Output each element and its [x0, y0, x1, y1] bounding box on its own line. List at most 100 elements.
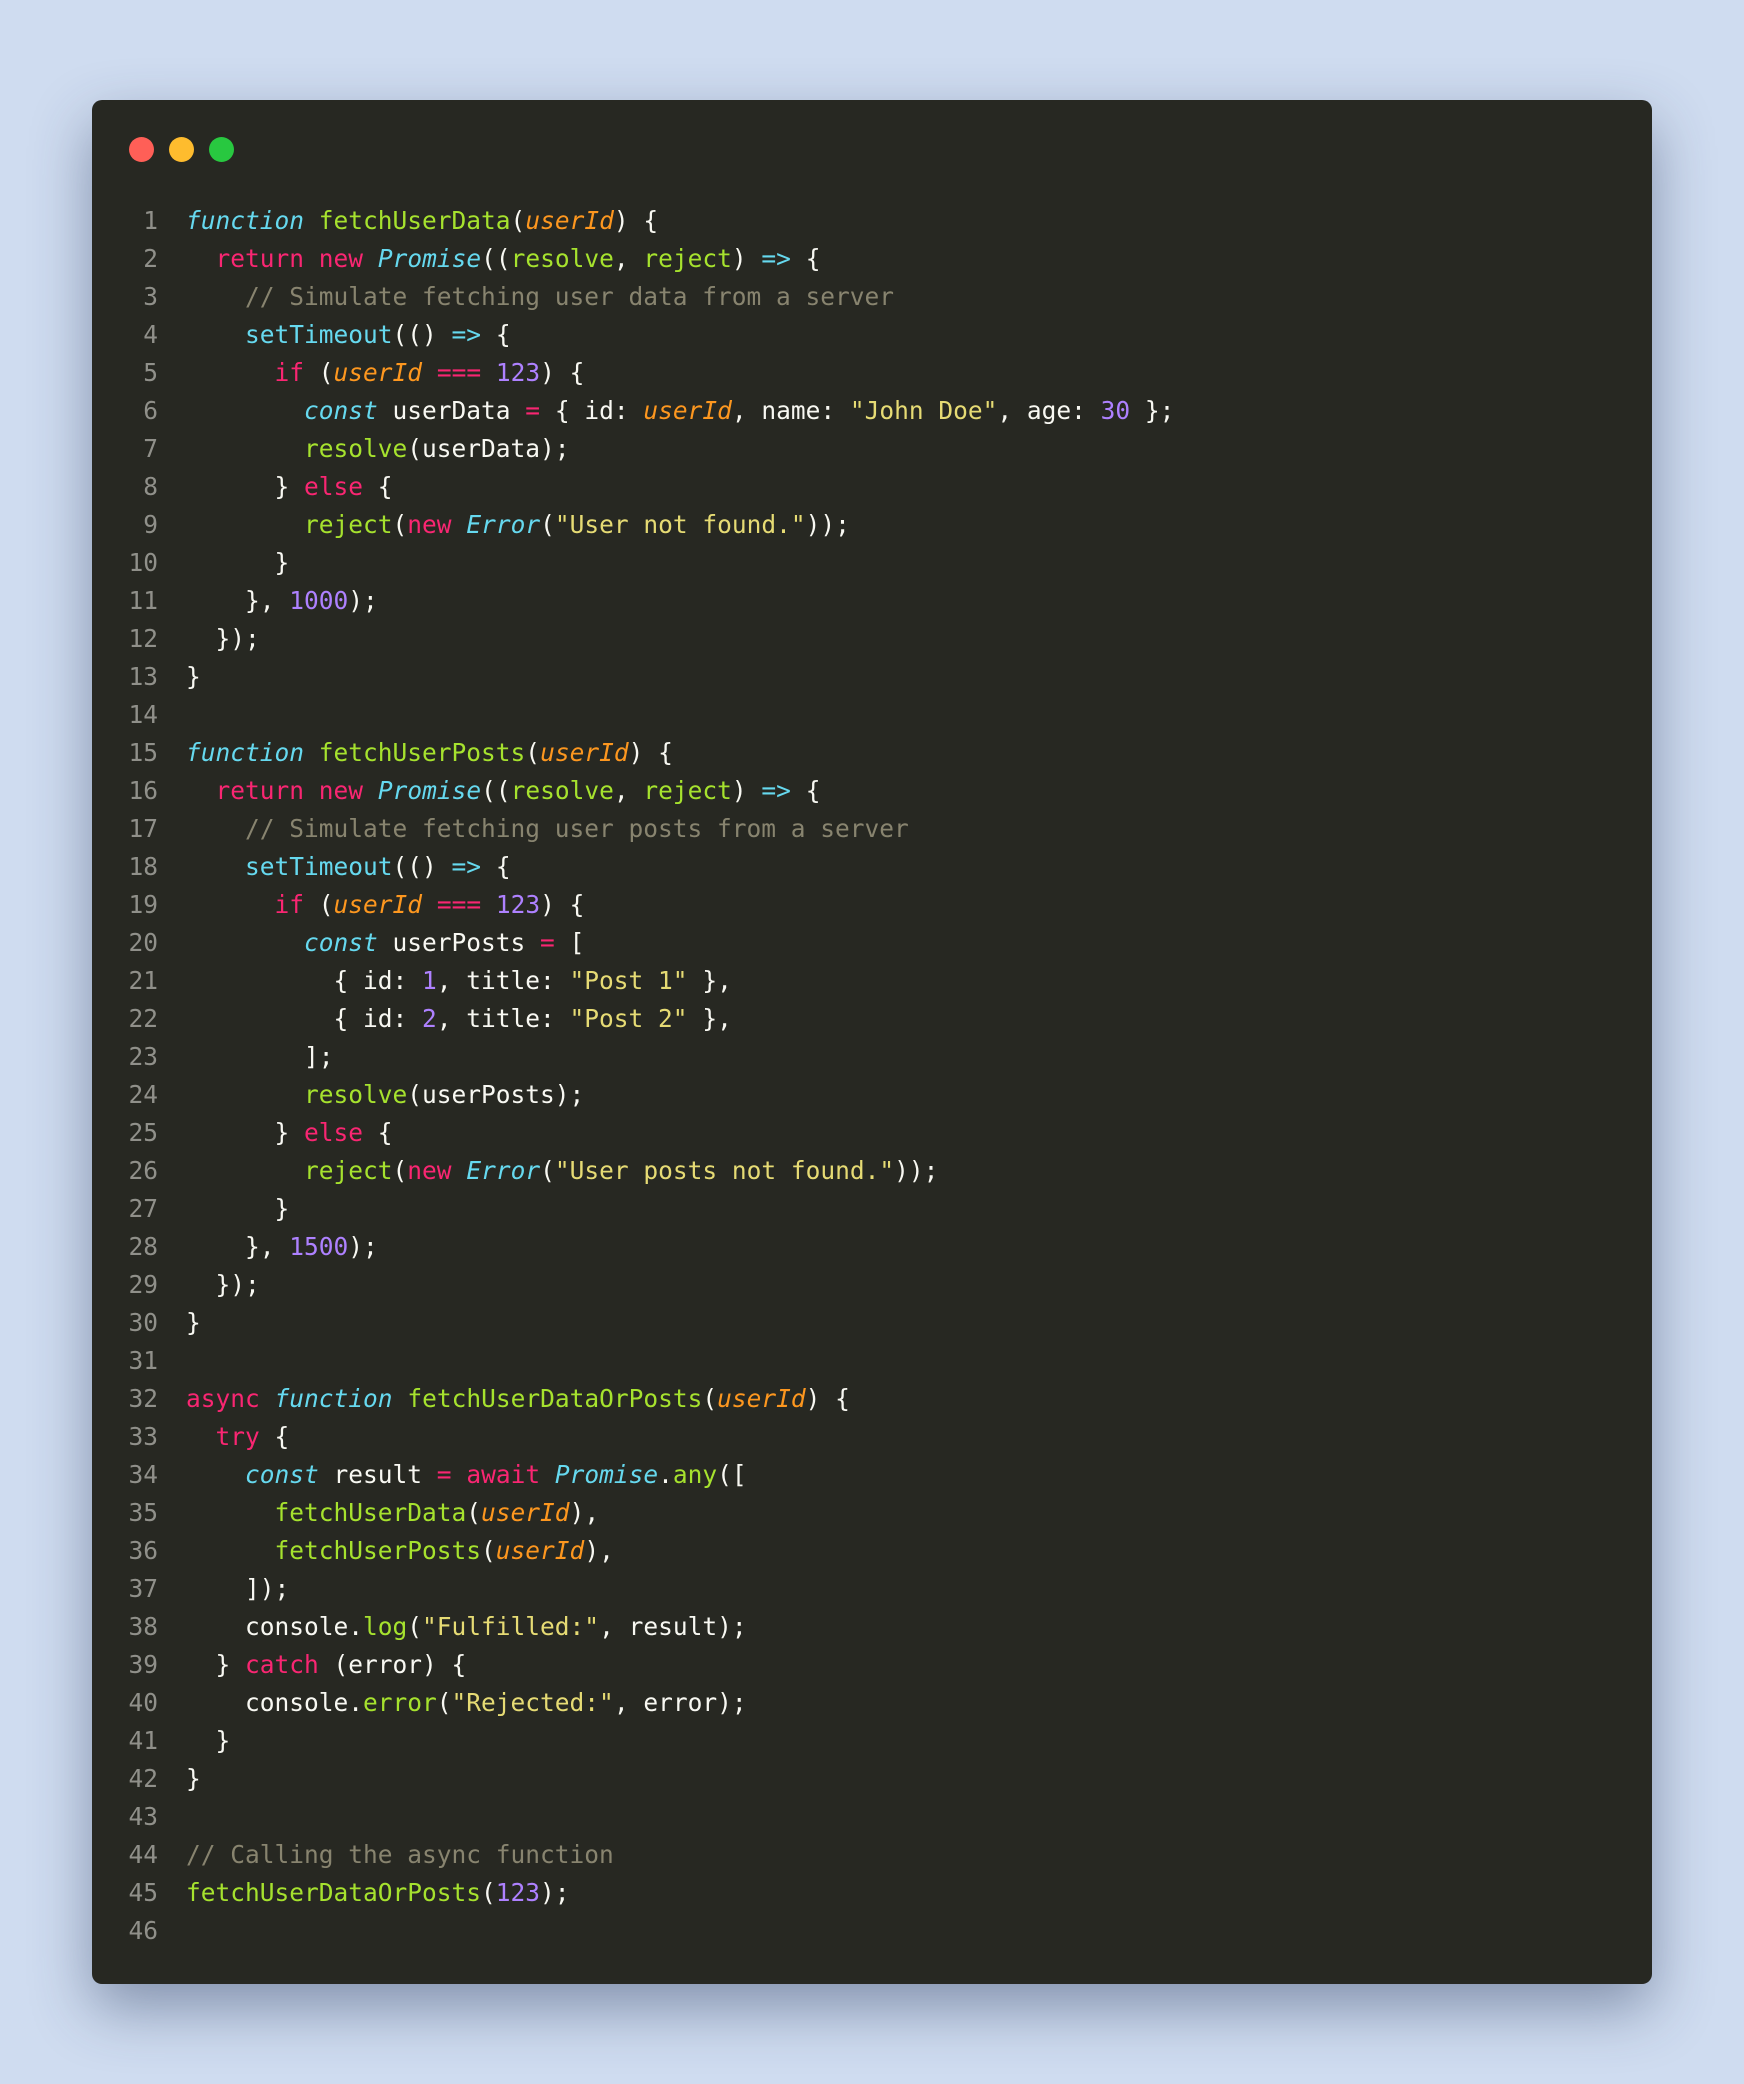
code-token: const [304, 396, 378, 425]
minimize-button[interactable] [169, 137, 194, 162]
code-token: } [186, 1650, 246, 1679]
code-token: , [613, 244, 644, 273]
code-token: new [318, 244, 364, 273]
code-token: return [215, 776, 305, 805]
code-line: 24 resolve(userPosts); [92, 1076, 1652, 1114]
code-token: userId [525, 206, 614, 235]
code-token: userPosts [377, 928, 541, 957]
line-number: 25 [128, 1118, 158, 1147]
code-token: } [186, 548, 290, 577]
code-token: { [790, 244, 821, 273]
code-token: { [481, 852, 511, 881]
code-token: Error [466, 1156, 541, 1185]
code-token: ( [304, 358, 334, 387]
code-text: }, 1500); [158, 1228, 378, 1266]
line-number: 41 [128, 1726, 158, 1755]
code-token: )); [894, 1156, 939, 1185]
code-editor[interactable]: 1 function fetchUserData(userId) {2 retur… [92, 202, 1652, 1950]
code-line: 15 function fetchUserPosts(userId) { [92, 734, 1652, 772]
code-token: userId [495, 1536, 585, 1565]
code-text: const userData = { id: userId, name: "Jo… [158, 392, 1174, 430]
code-token: (error) { [318, 1650, 467, 1679]
code-text: } else { [158, 1114, 393, 1152]
code-token: { [259, 1422, 290, 1451]
code-token: error [363, 1688, 437, 1717]
code-token: ]; [186, 1042, 334, 1071]
code-token: catch [245, 1650, 319, 1679]
code-token: }); [186, 1270, 260, 1299]
code-line: 5 if (userId === 123) { [92, 354, 1652, 392]
code-token: ) { [540, 890, 585, 919]
code-token: "John Doe" [849, 396, 998, 425]
code-line: 46 [92, 1912, 1652, 1950]
code-token: { [481, 320, 511, 349]
code-line: 38 console.log("Fulfilled:", result); [92, 1608, 1652, 1646]
code-line: 33 try { [92, 1418, 1652, 1456]
line-number: 38 [128, 1612, 158, 1641]
code-token: (userData); [407, 434, 570, 463]
code-token: { id: [186, 1004, 423, 1033]
line-number: 42 [128, 1764, 158, 1793]
code-token: }; [1130, 396, 1175, 425]
line-number: 12 [128, 624, 158, 653]
line-number: 21 [128, 966, 158, 995]
line-number: 14 [128, 700, 158, 729]
close-button[interactable] [129, 137, 154, 162]
code-token: , [613, 776, 644, 805]
code-line: 21 { id: 1, title: "Post 1" }, [92, 962, 1652, 1000]
code-line: 28 }, 1500); [92, 1228, 1652, 1266]
code-token: , result); [599, 1612, 747, 1641]
code-token: ( [392, 510, 408, 539]
code-token: fetchUserPosts [274, 1536, 482, 1565]
code-token: fetchUserData [274, 1498, 467, 1527]
code-line: 10 } [92, 544, 1652, 582]
code-token: "User posts not found." [554, 1156, 895, 1185]
code-token: (() [392, 320, 452, 349]
code-token: ( [407, 1612, 423, 1641]
code-line: 6 const userData = { id: userId, name: "… [92, 392, 1652, 430]
code-text: const userPosts = [ [158, 924, 584, 962]
code-text: // Calling the async function [158, 1836, 614, 1874]
code-token: ), [584, 1536, 614, 1565]
code-token: => [451, 852, 482, 881]
code-token: reject [304, 510, 393, 539]
code-token: }, [687, 966, 732, 995]
maximize-button[interactable] [209, 137, 234, 162]
line-number: 37 [128, 1574, 158, 1603]
code-token: === [436, 358, 482, 387]
code-token: 1500 [289, 1232, 349, 1261]
line-number: 13 [128, 662, 158, 691]
window-controls [129, 137, 234, 162]
code-token: // Simulate fetching user data from a se… [245, 282, 895, 311]
code-line: 26 reject(new Error("User posts not foun… [92, 1152, 1652, 1190]
line-number: 6 [143, 396, 158, 425]
code-token: { [363, 1118, 393, 1147]
code-line: 9 reject(new Error("User not found.")); [92, 506, 1652, 544]
code-token: (userPosts); [407, 1080, 585, 1109]
code-line: 23 ]; [92, 1038, 1652, 1076]
code-token: ), [569, 1498, 600, 1527]
code-line: 16 return new Promise((resolve, reject) … [92, 772, 1652, 810]
line-number: 32 [128, 1384, 158, 1413]
code-token: ([ [717, 1460, 747, 1489]
code-line: 19 if (userId === 123) { [92, 886, 1652, 924]
code-token: { [363, 472, 393, 501]
code-token: "Post 1" [569, 966, 688, 995]
code-token: ( [436, 1688, 452, 1717]
code-line: 11 }, 1000); [92, 582, 1652, 620]
code-token: ( [481, 1878, 496, 1907]
line-number: 19 [128, 890, 158, 919]
code-token: } [186, 1726, 231, 1755]
